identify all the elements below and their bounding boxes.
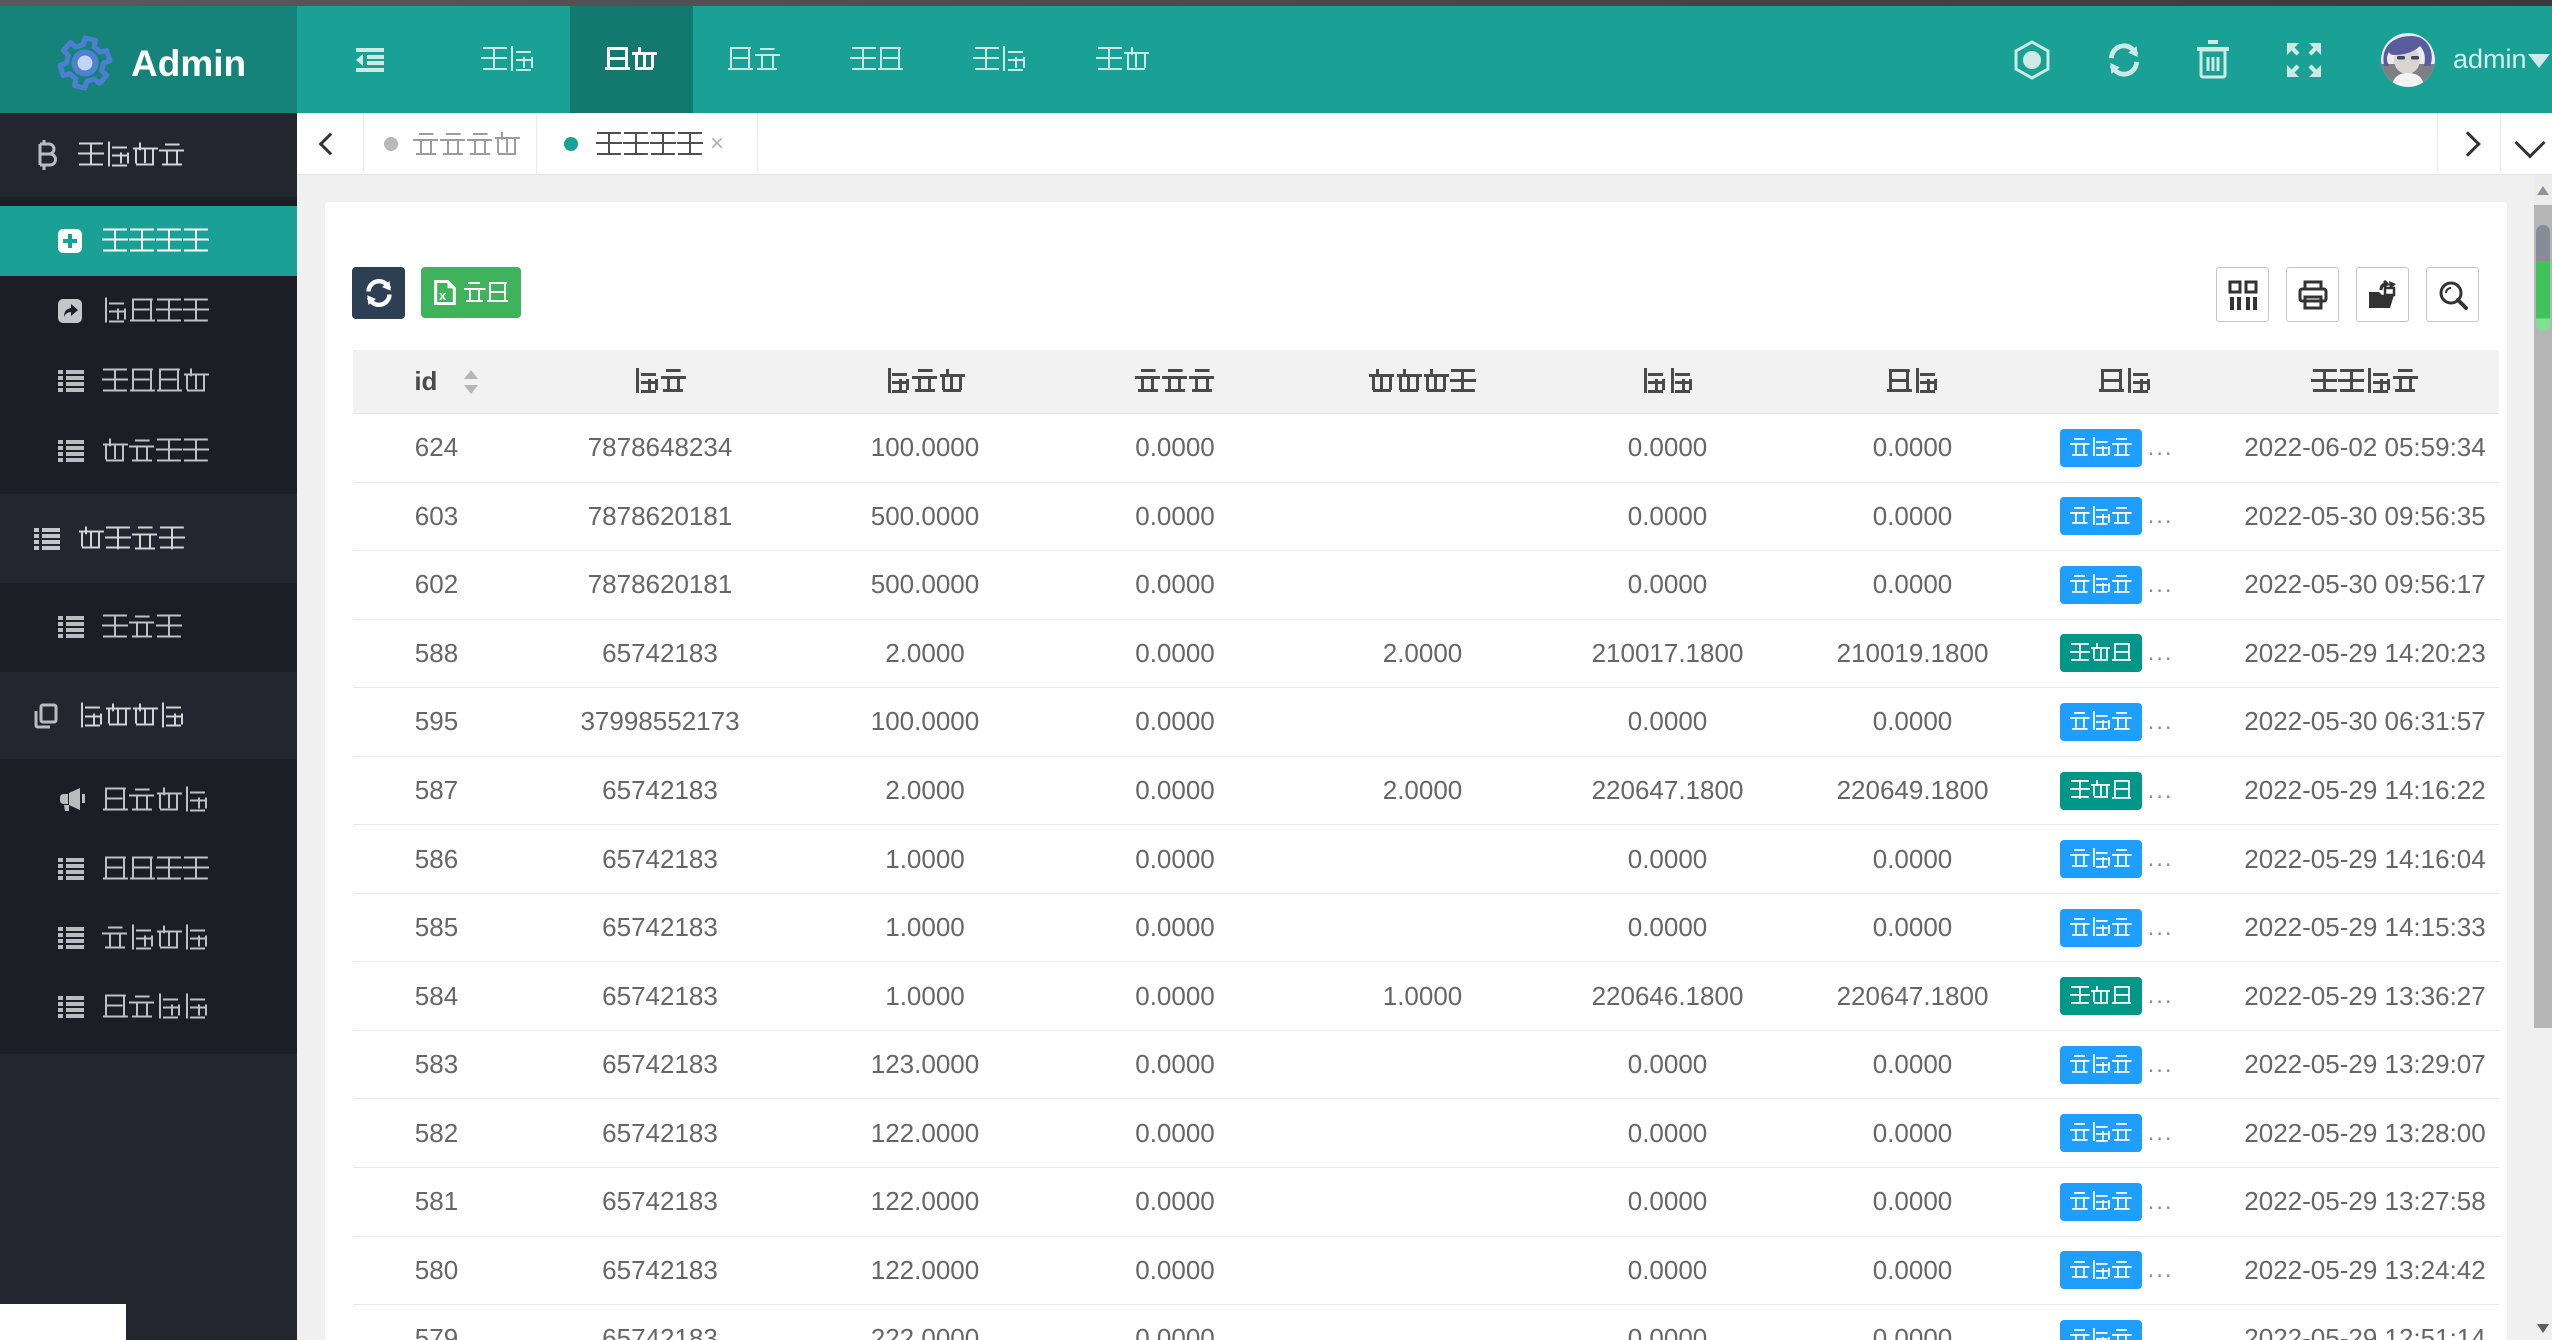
svg-text:x: x xyxy=(439,289,446,303)
